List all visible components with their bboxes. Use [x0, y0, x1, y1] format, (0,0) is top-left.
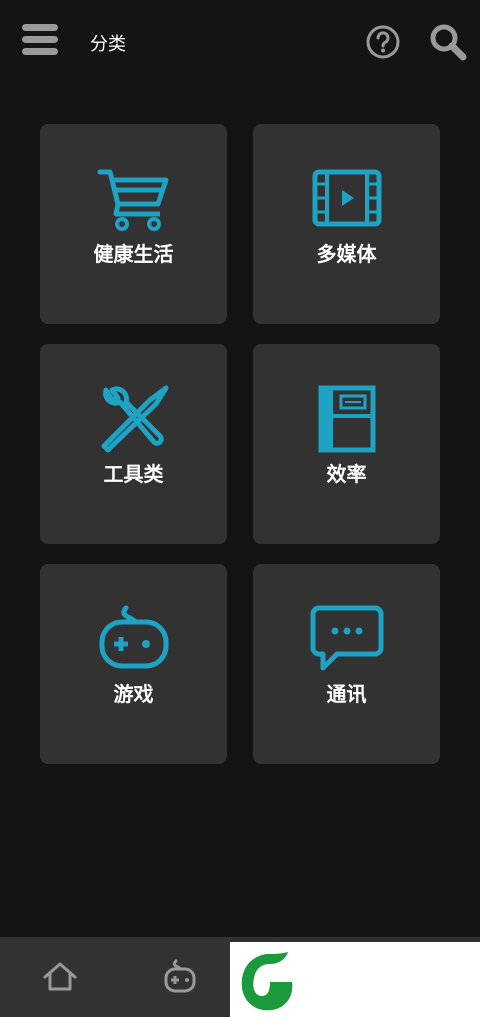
top-app-bar: 分类: [0, 0, 480, 84]
hamburger-line: [22, 36, 58, 43]
bottom-nav-bar: [0, 937, 480, 1017]
category-tile-tools[interactable]: 工具类: [40, 344, 227, 544]
category-label: 通讯: [326, 682, 367, 706]
category-grid: 健康生活 多媒体 工具类 效率 游戏 通讯: [40, 124, 440, 764]
category-label: 游戏: [113, 682, 154, 706]
help-button[interactable]: [365, 24, 401, 60]
shopping-cart-icon: [97, 169, 168, 231]
leaf-logo-icon: [241, 952, 293, 1011]
search-button[interactable]: [428, 22, 468, 62]
category-tile-multimedia[interactable]: 多媒体: [253, 124, 440, 324]
chat-bubble-icon: [310, 605, 383, 671]
category-label: 工具类: [103, 462, 164, 486]
category-tile-communication[interactable]: 通讯: [253, 564, 440, 764]
category-label: 效率: [326, 462, 367, 486]
category-label: 健康生活: [93, 242, 174, 266]
page-title: 分类: [90, 34, 126, 55]
gamepad-icon: [99, 605, 168, 669]
menu-button[interactable]: [20, 22, 60, 58]
category-tile-games[interactable]: 游戏: [40, 564, 227, 764]
category-label: 多媒体: [316, 242, 377, 266]
category-tile-efficiency[interactable]: 效率: [253, 344, 440, 544]
nav-home-button[interactable]: [40, 959, 80, 995]
category-tile-health[interactable]: 健康生活: [40, 124, 227, 324]
magnifier-search-icon: [430, 24, 467, 61]
home-icon: [43, 962, 77, 991]
notebook-icon: [318, 385, 375, 453]
nav-games-button[interactable]: [160, 957, 200, 997]
question-mark-circle-icon: [366, 25, 400, 59]
brand-watermark: [230, 942, 480, 1017]
wrench-pen-tools-icon: [101, 385, 168, 453]
hamburger-line: [22, 48, 58, 55]
film-play-icon: [312, 169, 381, 227]
hamburger-menu-icon: [22, 24, 58, 31]
gamepad-icon: [164, 959, 196, 993]
